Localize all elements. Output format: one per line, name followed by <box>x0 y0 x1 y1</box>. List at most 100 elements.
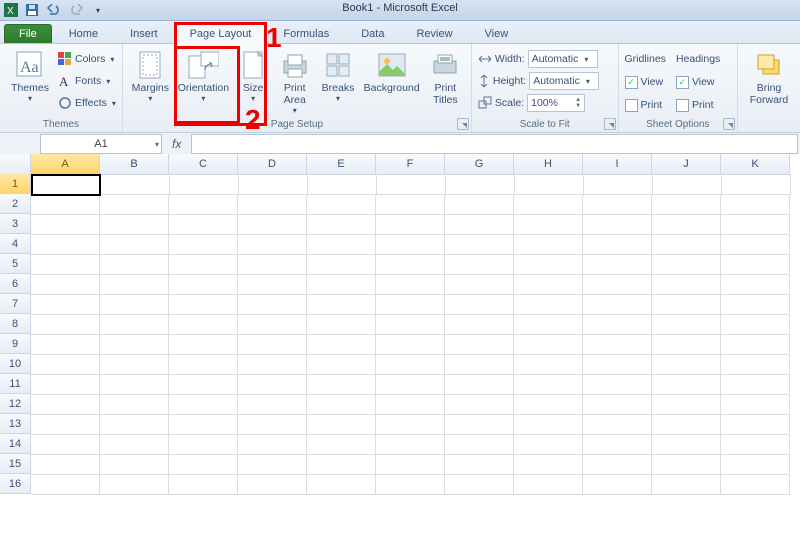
row-header[interactable]: 10 <box>0 354 31 374</box>
select-all-corner[interactable] <box>0 154 31 175</box>
cell[interactable] <box>584 174 653 195</box>
cell[interactable] <box>515 174 584 195</box>
cell[interactable] <box>100 434 169 455</box>
cell[interactable] <box>31 274 100 295</box>
bring-forward-button[interactable]: Bring Forward <box>744 47 794 106</box>
cell[interactable] <box>307 314 376 335</box>
cell[interactable] <box>721 334 790 355</box>
cell[interactable] <box>307 194 376 215</box>
cell[interactable] <box>307 414 376 435</box>
cell[interactable] <box>100 194 169 215</box>
cell[interactable] <box>721 374 790 395</box>
cell[interactable] <box>652 434 721 455</box>
cell[interactable] <box>514 194 583 215</box>
cell[interactable] <box>169 194 238 215</box>
tab-review[interactable]: Review <box>401 24 467 43</box>
cell[interactable] <box>169 414 238 435</box>
cell[interactable] <box>652 294 721 315</box>
cell[interactable] <box>721 234 790 255</box>
cell[interactable] <box>238 434 307 455</box>
cell[interactable] <box>376 274 445 295</box>
cell[interactable] <box>583 474 652 495</box>
scale-launcher[interactable] <box>604 118 616 130</box>
cell[interactable] <box>31 434 100 455</box>
cell[interactable] <box>721 434 790 455</box>
cell[interactable] <box>307 334 376 355</box>
cell[interactable] <box>31 254 100 275</box>
cell[interactable] <box>100 374 169 395</box>
effects-button[interactable]: Effects▾ <box>58 93 116 113</box>
cell[interactable] <box>583 274 652 295</box>
cell[interactable] <box>308 174 377 195</box>
gridlines-view-checkbox[interactable]: ✓View <box>625 72 666 92</box>
cell[interactable] <box>514 334 583 355</box>
tab-home[interactable]: Home <box>54 24 113 43</box>
cell[interactable] <box>376 414 445 435</box>
cell[interactable] <box>169 214 238 235</box>
cell[interactable] <box>514 454 583 475</box>
cell[interactable] <box>307 294 376 315</box>
cell[interactable] <box>652 274 721 295</box>
cell[interactable] <box>445 374 514 395</box>
cell[interactable] <box>514 354 583 375</box>
cell[interactable] <box>583 254 652 275</box>
row-header[interactable]: 8 <box>0 314 31 334</box>
cell[interactable] <box>31 194 100 215</box>
cell[interactable] <box>652 374 721 395</box>
cell[interactable] <box>169 274 238 295</box>
scale-spinner[interactable]: 100%▲▼ <box>527 94 585 112</box>
cell[interactable] <box>238 414 307 435</box>
cell[interactable] <box>721 314 790 335</box>
cell[interactable] <box>652 234 721 255</box>
cell[interactable] <box>100 334 169 355</box>
cell[interactable] <box>445 254 514 275</box>
cell[interactable] <box>652 454 721 475</box>
page-setup-launcher[interactable] <box>457 118 469 130</box>
row-header[interactable]: 9 <box>0 334 31 354</box>
cell[interactable] <box>652 474 721 495</box>
row-header[interactable]: 6 <box>0 274 31 294</box>
cell[interactable] <box>169 354 238 375</box>
cell[interactable] <box>100 474 169 495</box>
cell[interactable] <box>583 314 652 335</box>
cell[interactable] <box>238 394 307 415</box>
row-header[interactable]: 2 <box>0 194 31 214</box>
cell[interactable] <box>583 334 652 355</box>
cell[interactable] <box>514 374 583 395</box>
headings-print-checkbox[interactable]: Print <box>676 95 720 115</box>
cell[interactable] <box>376 474 445 495</box>
cell[interactable] <box>31 374 100 395</box>
cell[interactable] <box>583 294 652 315</box>
cell[interactable] <box>239 174 308 195</box>
cell[interactable] <box>376 234 445 255</box>
cell[interactable] <box>652 354 721 375</box>
cell[interactable] <box>514 474 583 495</box>
cell[interactable] <box>445 194 514 215</box>
tab-page-layout[interactable]: Page Layout <box>175 24 267 44</box>
cell[interactable] <box>721 394 790 415</box>
cell[interactable] <box>238 314 307 335</box>
cell[interactable] <box>721 454 790 475</box>
cell[interactable] <box>652 254 721 275</box>
tab-view[interactable]: View <box>470 24 524 43</box>
cell[interactable] <box>238 194 307 215</box>
cell[interactable] <box>514 394 583 415</box>
tab-file[interactable]: File <box>4 24 52 43</box>
cell[interactable] <box>377 174 446 195</box>
cell[interactable] <box>514 314 583 335</box>
sheet-options-launcher[interactable] <box>723 118 735 130</box>
cell[interactable] <box>583 434 652 455</box>
cell[interactable] <box>445 214 514 235</box>
column-header-A[interactable]: A <box>31 154 100 175</box>
cell[interactable] <box>376 254 445 275</box>
row-header[interactable]: 5 <box>0 254 31 274</box>
qat-dropdown-icon[interactable]: ▾ <box>90 2 106 18</box>
cell[interactable] <box>721 294 790 315</box>
cell[interactable] <box>31 334 100 355</box>
cell[interactable] <box>721 214 790 235</box>
cell[interactable] <box>652 394 721 415</box>
cell[interactable] <box>445 334 514 355</box>
cell[interactable] <box>169 374 238 395</box>
cell[interactable] <box>100 354 169 375</box>
cell[interactable] <box>583 234 652 255</box>
